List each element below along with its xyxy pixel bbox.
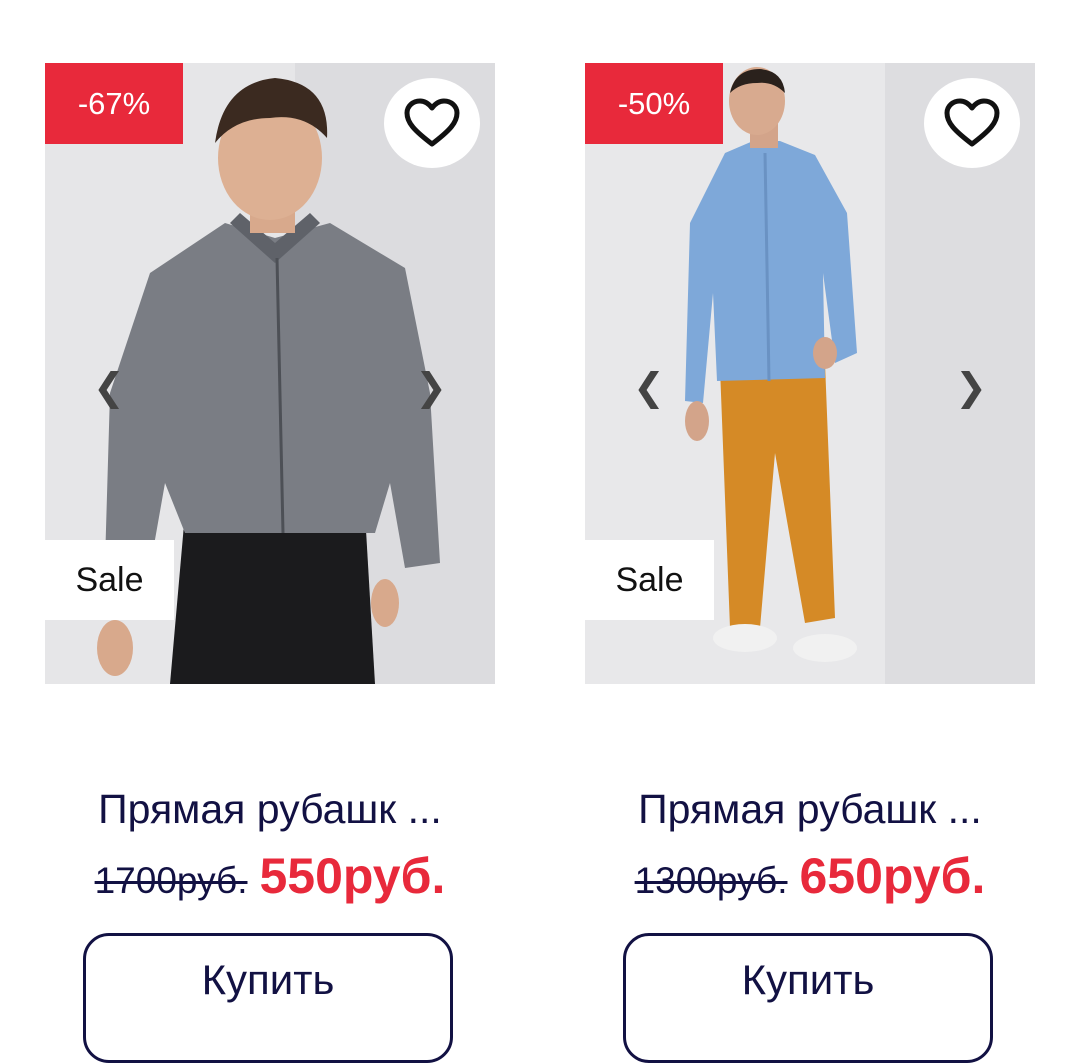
product-card[interactable]: -67% ❮ ❯ Sale Прямая рубашк ... 1700руб.… (45, 63, 495, 1063)
new-price: 550руб. (259, 848, 446, 904)
price-row: 1700руб. 550руб. (45, 845, 495, 920)
product-title[interactable]: Прямая рубашк ... (45, 781, 495, 837)
new-price: 650руб. (799, 848, 986, 904)
product-image[interactable]: -50% ❮ ❯ Sale (585, 63, 1035, 684)
price-row: 1300руб. 650руб. (585, 845, 1035, 920)
buy-button[interactable]: Купить (83, 933, 453, 1063)
chevron-left-icon[interactable]: ❮ (633, 357, 665, 417)
sale-badge: Sale (45, 540, 174, 620)
chevron-right-icon[interactable]: ❯ (415, 357, 447, 417)
product-title[interactable]: Прямая рубашк ... (585, 781, 1035, 837)
favorite-button[interactable] (924, 78, 1020, 168)
old-price: 1300руб. (634, 860, 788, 901)
chevron-left-icon[interactable]: ❮ (93, 357, 125, 417)
old-price: 1700руб. (94, 860, 248, 901)
product-image[interactable]: -67% ❮ ❯ Sale (45, 63, 495, 684)
product-card[interactable]: -50% ❮ ❯ Sale Прямая рубашк ... 1300руб.… (585, 63, 1035, 1063)
chevron-right-icon[interactable]: ❯ (955, 357, 987, 417)
discount-badge: -50% (585, 63, 723, 144)
heart-icon (404, 98, 460, 147)
discount-badge: -67% (45, 63, 183, 144)
buy-button[interactable]: Купить (623, 933, 993, 1063)
heart-icon (944, 98, 1000, 147)
favorite-button[interactable] (384, 78, 480, 168)
sale-badge: Sale (585, 540, 714, 620)
